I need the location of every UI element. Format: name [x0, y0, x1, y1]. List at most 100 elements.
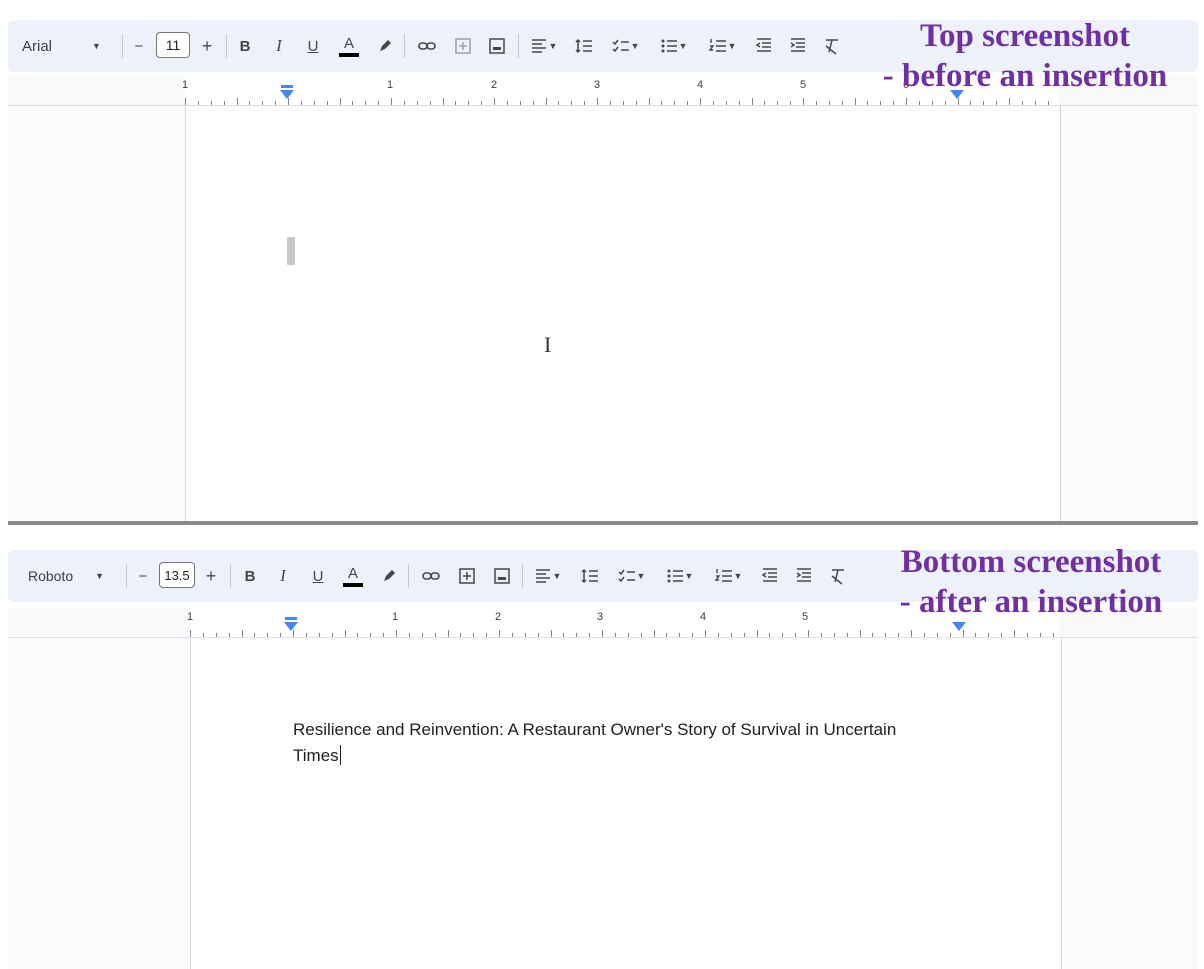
bulleted-list-button[interactable]: ▼	[654, 20, 692, 72]
decrease-indent-button[interactable]	[752, 20, 776, 72]
ruler-tick	[185, 98, 186, 105]
left-indent-marker[interactable]	[280, 90, 294, 99]
ruler-tick	[210, 101, 212, 105]
line-spacing-button[interactable]	[578, 550, 602, 602]
font-family-select[interactable]: Roboto ▼	[28, 550, 120, 602]
ruler-tick	[519, 101, 521, 105]
toolbar-divider	[518, 34, 519, 58]
ruler-tick	[241, 630, 243, 637]
ruler-number: 1	[386, 79, 394, 91]
ruler-tick	[893, 101, 895, 105]
ruler-number: 2	[490, 79, 498, 91]
decrease-indent-icon	[755, 38, 771, 52]
caption-line-2: - before an insertion	[882, 58, 1168, 94]
text-color-button[interactable]: A	[337, 20, 361, 72]
ruler-tick	[674, 101, 676, 105]
insert-link-button[interactable]	[414, 20, 440, 72]
ruler-tick	[416, 101, 418, 105]
underline-button[interactable]: U	[307, 550, 329, 602]
ruler-tick	[918, 101, 920, 105]
insert-image-button[interactable]	[489, 550, 515, 602]
ruler-tick	[1047, 101, 1049, 105]
increase-font-size-button[interactable]: +	[200, 550, 222, 602]
ruler-tick	[524, 633, 526, 637]
ruler-tick	[597, 98, 598, 105]
first-line-indent-marker[interactable]	[281, 85, 293, 88]
text-cursor	[287, 237, 295, 265]
font-size-input[interactable]: 13.5	[159, 562, 195, 588]
numbered-list-button[interactable]: ▼	[702, 20, 742, 72]
ruler-tick	[717, 633, 719, 637]
document-body-text[interactable]: Resilience and Reinvention: A Restaurant…	[293, 717, 913, 769]
line-spacing-button[interactable]	[572, 20, 596, 72]
toolbar-divider	[408, 564, 409, 588]
ruler-tick	[769, 633, 771, 637]
ruler-tick	[803, 98, 804, 105]
ruler-tick	[391, 98, 392, 105]
clear-formatting-button[interactable]	[820, 20, 844, 72]
bold-button[interactable]: B	[234, 20, 256, 72]
ruler-tick	[949, 633, 951, 637]
ruler-tick	[365, 101, 367, 105]
ruler-tick	[795, 633, 797, 637]
ruler-number: 1	[186, 611, 194, 623]
ruler-tick	[280, 633, 282, 637]
increase-indent-button[interactable]	[792, 550, 816, 602]
bold-button[interactable]: B	[239, 550, 261, 602]
ruler-tick	[370, 633, 372, 637]
decrease-font-size-button[interactable]: −	[132, 550, 154, 602]
font-size-input[interactable]: 11	[156, 32, 190, 58]
insert-link-button[interactable]	[418, 550, 444, 602]
link-icon	[418, 42, 436, 50]
ruler-tick	[679, 633, 681, 637]
increase-font-size-button[interactable]: +	[196, 20, 218, 72]
increase-indent-button[interactable]	[786, 20, 810, 72]
underline-button[interactable]: U	[302, 20, 324, 72]
ruler-tick	[777, 101, 779, 105]
document-page[interactable]	[185, 106, 1061, 522]
align-button[interactable]: ▼	[526, 20, 560, 72]
ruler-tick	[692, 633, 694, 637]
add-comment-button[interactable]	[450, 20, 476, 72]
italic-button[interactable]: I	[268, 20, 290, 72]
document-page[interactable]	[190, 638, 1062, 969]
numbered-list-button[interactable]: ▼	[708, 550, 748, 602]
ruler-tick	[609, 101, 611, 105]
add-comment-button[interactable]	[454, 550, 480, 602]
right-indent-marker[interactable]	[952, 622, 966, 631]
ruler-tick	[550, 630, 552, 637]
ruler-tick	[640, 633, 642, 637]
ruler-tick	[1001, 633, 1003, 637]
align-button[interactable]: ▼	[530, 550, 564, 602]
text-color-button[interactable]: A	[341, 550, 365, 602]
ruler-tick	[202, 633, 204, 637]
ruler-tick	[421, 633, 423, 637]
first-line-indent-marker[interactable]	[285, 617, 297, 620]
chevron-down-icon: ▼	[727, 41, 737, 51]
highlight-button[interactable]	[378, 550, 400, 602]
decrease-font-size-button[interactable]: −	[128, 20, 150, 72]
link-icon	[422, 572, 440, 580]
decrease-indent-button[interactable]	[758, 550, 782, 602]
ruler-tick	[867, 101, 869, 105]
italic-button[interactable]: I	[272, 550, 294, 602]
ruler-tick	[885, 633, 887, 637]
ruler-tick	[197, 101, 199, 105]
checklist-button[interactable]: ▼	[606, 20, 644, 72]
ruler-tick	[499, 630, 500, 637]
ruler-tick	[808, 630, 809, 637]
highlight-button[interactable]	[374, 20, 396, 72]
ruler-tick	[936, 633, 938, 637]
bulleted-list-button[interactable]: ▼	[660, 550, 698, 602]
ruler-tick	[460, 633, 462, 637]
ruler-tick	[1021, 101, 1023, 105]
clear-formatting-button[interactable]	[826, 550, 850, 602]
ruler-tick	[442, 98, 444, 105]
checklist-button[interactable]: ▼	[612, 550, 650, 602]
ruler-tick	[705, 630, 706, 637]
left-indent-marker[interactable]	[284, 622, 298, 631]
ruler-tick	[275, 101, 277, 105]
insert-image-button[interactable]	[484, 20, 510, 72]
font-family-select[interactable]: Arial ▼	[22, 20, 112, 72]
document-canvas	[8, 106, 1198, 522]
